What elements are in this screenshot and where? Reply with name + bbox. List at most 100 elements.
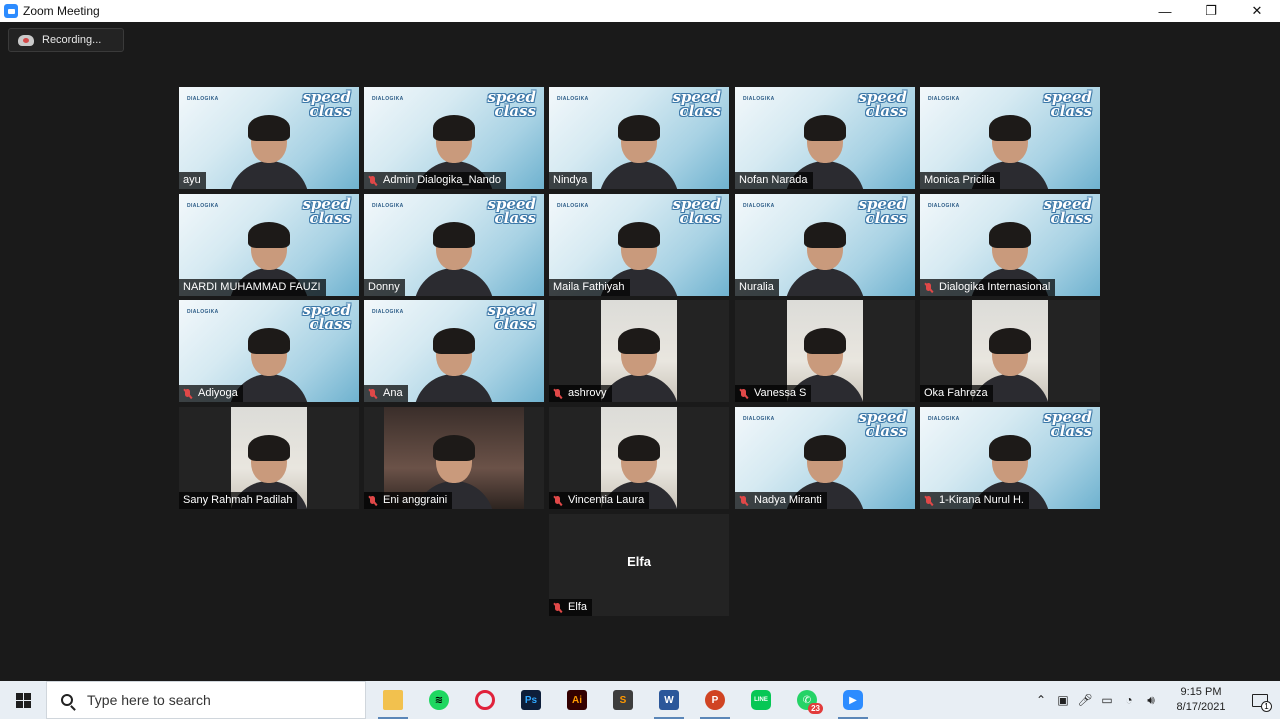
taskbar-app-powerpoint[interactable]: P [692, 681, 738, 719]
taskbar-app-line[interactable]: LINE [738, 681, 784, 719]
participant-tile-ana[interactable]: DIALOGIKA speed class Ana [364, 300, 544, 402]
illustrator-icon: Ai [567, 690, 587, 710]
background-brand-logo: DIALOGIKA [743, 96, 775, 102]
action-center-button[interactable]: 1 [1240, 681, 1280, 719]
speed-class-background-text: speed class [302, 301, 351, 333]
participant-name-label: Maila Fathiyah [549, 279, 630, 296]
participant-tile-nadya-miranti[interactable]: DIALOGIKA speed class Nadya Miranti [735, 407, 915, 509]
participant-tile-1-kirana-nurul-h[interactable]: DIALOGIKA speed class 1-Kirana Nurul H. [920, 407, 1100, 509]
participant-name: Adiyoga [198, 387, 238, 399]
pinned-apps: ≋ Ps Ai S W P LINE ✆ 23 ▶ [370, 681, 876, 719]
participant-tile-donny[interactable]: DIALOGIKA speed class Donny [364, 194, 544, 296]
recording-indicator[interactable]: Recording... [8, 28, 124, 52]
participant-tile-vanessa-s[interactable]: Vanessa S [735, 300, 915, 402]
show-hidden-icons-icon[interactable]: ⌃ [1030, 681, 1052, 719]
taskbar-app-photoshop[interactable]: Ps [508, 681, 554, 719]
speed-class-background-text: speed class [672, 195, 721, 227]
close-button[interactable]: ✕ [1234, 0, 1280, 22]
participant-tile-vincentia-laura[interactable]: Vincentia Laura [549, 407, 729, 509]
participant-name-label: Nofan Narada [735, 172, 813, 189]
participant-name-label: ayu [179, 172, 206, 189]
mic-muted-icon [739, 495, 748, 506]
participant-tile-sany-rahmah-padilah[interactable]: Sany Rahmah Padilah [179, 407, 359, 509]
mic-muted-icon [739, 388, 748, 399]
participant-tile-admin-dialogika-nando[interactable]: DIALOGIKA speed class Admin Dialogika_Nando [364, 87, 544, 189]
participant-name-label: Adiyoga [179, 385, 243, 402]
participant-tile-ayu[interactable]: DIALOGIKA speed class ayu [179, 87, 359, 189]
unread-count-badge: 23 [808, 703, 823, 714]
participant-tile-monica-pricilia[interactable]: DIALOGIKA speed class Monica Pricilia [920, 87, 1100, 189]
participant-name: Donny [368, 281, 400, 293]
battery-icon[interactable]: ▭ [1096, 681, 1118, 719]
start-button[interactable] [0, 681, 46, 719]
minimize-button[interactable]: — [1142, 0, 1188, 22]
participant-name-label: Monica Pricilia [920, 172, 1000, 189]
participant-tile-nardi-muhammad-fauzi[interactable]: DIALOGIKA speed class NARDI MUHAMMAD FAUZI [179, 194, 359, 296]
participant-video: DIALOGIKA speed class [179, 87, 359, 189]
wifi-icon[interactable]: ◔ [1118, 681, 1140, 719]
meet-now-icon[interactable]: ▣ [1052, 681, 1074, 719]
participant-tile-oka-fahreza[interactable]: Oka Fahreza [920, 300, 1100, 402]
participant-name: Sany Rahmah Padilah [183, 494, 293, 506]
opera-icon [475, 690, 495, 710]
participant-tile-dialogika-internasional[interactable]: DIALOGIKA speed class Dialogika Internasion… [920, 194, 1100, 296]
mic-muted-icon [368, 175, 377, 186]
taskbar-app-spotify[interactable]: ≋ [416, 681, 462, 719]
taskbar-app-file-explorer[interactable] [370, 681, 416, 719]
taskbar-app-zoom[interactable]: ▶ [830, 681, 876, 719]
participant-name: ashrovy [568, 387, 607, 399]
taskbar-search-box[interactable]: Type here to search [46, 681, 366, 719]
maximize-button[interactable]: ❐ [1188, 0, 1234, 22]
participant-name: Nuralia [739, 281, 774, 293]
participant-name: Vincentia Laura [568, 494, 645, 506]
taskbar-app-word[interactable]: W [646, 681, 692, 719]
background-brand-logo: DIALOGIKA [372, 309, 404, 315]
participant-name: Ana [383, 387, 403, 399]
participant-name-label: Admin Dialogika_Nando [364, 172, 507, 189]
speed-class-background-text: speed class [672, 88, 721, 120]
background-brand-logo: DIALOGIKA [928, 203, 960, 209]
participant-tile-ashrovy[interactable]: ashrovy [549, 300, 729, 402]
background-brand-logo: DIALOGIKA [928, 416, 960, 422]
taskbar-app-opera[interactable] [462, 681, 508, 719]
cloud-record-icon [18, 34, 34, 46]
participant-person-figure [601, 328, 677, 402]
participant-tile-elfa[interactable]: Elfa Elfa [549, 514, 729, 616]
participant-tile-nofan-narada[interactable]: DIALOGIKA speed class Nofan Narada [735, 87, 915, 189]
participant-name: Admin Dialogika_Nando [383, 174, 502, 186]
taskbar-app-illustrator[interactable]: Ai [554, 681, 600, 719]
participant-name-label: Nindya [549, 172, 593, 189]
sublime-text-icon: S [613, 690, 633, 710]
mic-muted-icon [924, 495, 933, 506]
participant-tile-nuralia[interactable]: DIALOGIKA speed class Nuralia [735, 194, 915, 296]
participant-name-label: Oka Fahreza [920, 385, 993, 402]
speed-class-background-text: speed class [1043, 195, 1092, 227]
participant-person-figure [409, 222, 499, 296]
participant-tile-adiyoga[interactable]: DIALOGIKA speed class Adiyoga [179, 300, 359, 402]
mic-muted-icon [553, 388, 562, 399]
zoom-app-icon [4, 4, 18, 18]
search-icon [61, 694, 73, 706]
search-placeholder: Type here to search [87, 692, 211, 708]
clock[interactable]: 9:15 PM 8/17/2021 [1162, 685, 1240, 715]
powerpoint-icon: P [705, 690, 725, 710]
participant-name: Nadya Miranti [754, 494, 822, 506]
window-controls: — ❐ ✕ [1142, 0, 1280, 22]
participant-tile-maila-fathiyah[interactable]: DIALOGIKA speed class Maila Fathiyah [549, 194, 729, 296]
participant-tile-eni-anggraini[interactable]: Eni anggraini [364, 407, 544, 509]
taskbar-app-sublime-text[interactable]: S [600, 681, 646, 719]
volume-icon[interactable]: 🔊︎ [1140, 681, 1162, 719]
taskbar-app-whatsapp[interactable]: ✆ 23 [784, 681, 830, 719]
photoshop-icon: Ps [521, 690, 541, 710]
microphone-icon[interactable]: 🎤︎ [1074, 681, 1096, 719]
background-brand-logo: DIALOGIKA [187, 96, 219, 102]
speed-class-background-text: speed class [858, 88, 907, 120]
participant-tile-nindya[interactable]: DIALOGIKA speed class Nindya [549, 87, 729, 189]
participant-name-label: 1-Kirana Nurul H. [920, 492, 1029, 509]
participant-name: Vanessa S [754, 387, 807, 399]
participant-name-label: Dialogika Internasional [920, 279, 1056, 296]
participant-name-label: Nuralia [735, 279, 779, 296]
background-brand-logo: DIALOGIKA [743, 416, 775, 422]
windows-taskbar: Type here to search ≋ Ps Ai S W P LINE ✆ 23 ▶ ⌃ ▣… [0, 681, 1280, 719]
background-brand-logo: DIALOGIKA [187, 309, 219, 315]
